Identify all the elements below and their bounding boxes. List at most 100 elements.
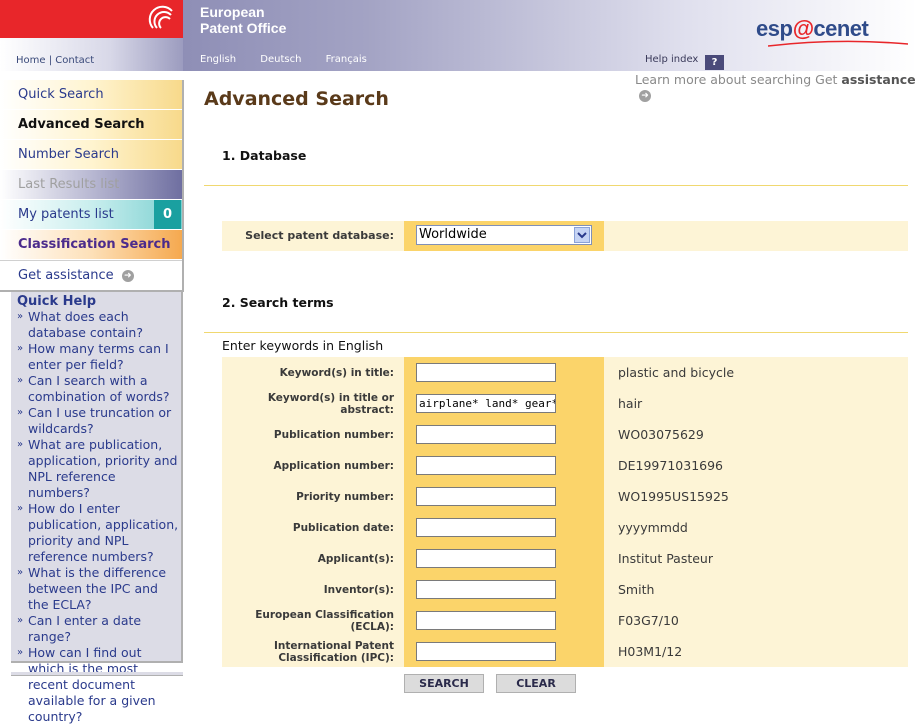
field-input-cell xyxy=(404,481,604,512)
contact-link[interactable]: Contact xyxy=(55,55,94,66)
field-input-cell xyxy=(404,543,604,574)
bullet-icon: » xyxy=(17,311,24,322)
field-input-cell xyxy=(404,512,604,543)
field-row-title-abstract: Keyword(s) in title or abstract: airplan… xyxy=(222,388,908,419)
epo-logo[interactable] xyxy=(0,0,183,38)
quick-help-item-text: Can I search with a combination of words… xyxy=(28,373,170,404)
epo-emblem-icon xyxy=(148,5,173,29)
logo-swoosh-icon xyxy=(768,40,908,47)
ecla-input[interactable] xyxy=(416,611,556,630)
search-terms-table: Keyword(s) in title: plastic and bicycle… xyxy=(222,357,908,667)
quick-help-item-text: Can I use truncation or wildcards? xyxy=(28,405,172,436)
bullet-icon: » xyxy=(17,647,24,658)
assistance-link[interactable]: assistance xyxy=(841,72,915,87)
quick-help-item-text: How many terms can I enter per field? xyxy=(28,341,169,372)
application-number-input[interactable] xyxy=(416,456,556,475)
sidebar-item-advanced-search[interactable]: Advanced Search xyxy=(0,110,183,140)
sidebar-item-label: Advanced Search xyxy=(18,117,145,132)
search-button[interactable]: SEARCH xyxy=(404,674,484,693)
field-label: Keyword(s) in title or abstract: xyxy=(267,391,394,416)
publication-number-input[interactable] xyxy=(416,425,556,444)
section-search-terms-heading: 2. Search terms xyxy=(222,295,334,310)
field-row-priority-number: Priority number: WO1995US15925 xyxy=(222,481,908,512)
title-abstract-keywords-input[interactable]: airplane* land* gear* rc xyxy=(416,394,556,413)
sidebar-item-label: Classification Search xyxy=(18,237,171,252)
quick-help-item[interactable]: » Can I search with a combination of word… xyxy=(17,373,179,405)
sidebar-item-get-assistance[interactable]: Get assistance ➜ xyxy=(0,260,183,290)
sidebar-item-label: Quick Search xyxy=(18,87,104,102)
field-example: WO03075629 xyxy=(618,427,704,442)
applicant-input[interactable] xyxy=(416,549,556,568)
sidebar-item-classification-search[interactable]: Classification Search xyxy=(0,230,183,260)
logo-suffix: cenet xyxy=(813,16,869,41)
field-label: International Patent Classification (IPC… xyxy=(273,639,394,664)
org-name-line1: European xyxy=(200,4,265,20)
field-row-publication-date: Publication date: yyyymmdd xyxy=(222,512,908,543)
lang-english[interactable]: English xyxy=(200,54,236,65)
field-example: H03M1/12 xyxy=(618,644,683,659)
learn-more-line: Learn more about searching Get assistanc… xyxy=(635,72,917,102)
quick-help-item-text: What does each database contain? xyxy=(28,309,143,340)
quick-help-item[interactable]: » Can I use truncation or wildcards? xyxy=(17,405,179,437)
quick-help-item-text: How can I find out which is the most rec… xyxy=(28,645,156,724)
field-label: Keyword(s) in title: xyxy=(279,366,394,379)
sidebar-item-my-patents[interactable]: My patents list 0 xyxy=(0,200,183,230)
quick-help-item[interactable]: » Can I enter a date range? xyxy=(17,613,179,645)
learn-more-text: Learn more about searching Get xyxy=(635,72,838,87)
inventor-input[interactable] xyxy=(416,580,556,599)
quick-help-item-text: Can I enter a date range? xyxy=(28,613,142,644)
sidebar-item-number-search[interactable]: Number Search xyxy=(0,140,183,170)
link-separator: | xyxy=(48,55,53,66)
arrow-circle-icon[interactable]: ➜ xyxy=(639,90,651,102)
divider xyxy=(204,185,908,186)
field-example: Smith xyxy=(618,582,655,597)
bullet-icon: » xyxy=(17,439,24,450)
database-select-value: Worldwide xyxy=(419,227,487,242)
lang-francais[interactable]: Français xyxy=(326,54,367,65)
logo-a: @ xyxy=(792,16,814,41)
database-select[interactable]: Worldwide xyxy=(416,225,592,245)
quick-help-item[interactable]: » What are publication, application, prio… xyxy=(17,437,179,501)
help-index-link[interactable]: Help index xyxy=(645,54,698,65)
priority-number-input[interactable] xyxy=(416,487,556,506)
field-input-cell xyxy=(404,419,604,450)
field-input-cell: airplane* land* gear* rc xyxy=(404,388,604,419)
clear-button[interactable]: CLEAR xyxy=(496,674,576,693)
field-example: yyyymmdd xyxy=(618,520,688,535)
divider xyxy=(204,332,908,333)
publication-date-input[interactable] xyxy=(416,518,556,537)
sidebar-item-last-results[interactable]: Last Results list xyxy=(0,170,183,200)
field-example: WO1995US15925 xyxy=(618,489,729,504)
quick-help-item[interactable]: » How many terms can I enter per field? xyxy=(17,341,179,373)
espacenet-logo[interactable]: esp@cenet xyxy=(756,16,869,42)
enter-keywords-label: Enter keywords in English xyxy=(222,338,384,353)
field-example: Institut Pasteur xyxy=(618,551,713,566)
quick-help-item[interactable]: » What does each database contain? xyxy=(17,309,179,341)
field-row-ipc: International Patent Classification (IPC… xyxy=(222,636,908,667)
field-row-publication-number: Publication number: WO03075629 xyxy=(222,419,908,450)
quick-help-item-text: What is the difference between the IPC a… xyxy=(28,565,167,612)
home-link[interactable]: Home xyxy=(16,55,46,66)
field-label: Application number: xyxy=(273,459,394,472)
quick-help-item[interactable]: » How do I enter publication, application… xyxy=(17,501,179,565)
sidebar-item-label: My patents list xyxy=(18,207,114,222)
field-input-cell xyxy=(404,357,604,388)
title-keywords-input[interactable] xyxy=(416,363,556,382)
bullet-icon: » xyxy=(17,615,24,626)
field-label: Inventor(s): xyxy=(323,583,394,596)
lang-deutsch[interactable]: Deutsch xyxy=(260,54,301,65)
sidebar-item-label: Last Results list xyxy=(18,177,120,192)
field-label: Applicant(s): xyxy=(317,552,394,565)
quick-help-item[interactable]: » What is the difference between the IPC … xyxy=(17,565,179,613)
sidebar-item-quick-search[interactable]: Quick Search xyxy=(0,80,183,110)
dropdown-arrow-icon[interactable] xyxy=(574,227,590,243)
database-label: Select patent database: xyxy=(245,229,394,242)
bullet-icon: » xyxy=(17,343,24,354)
ipc-input[interactable] xyxy=(416,642,556,661)
help-question-icon[interactable]: ? xyxy=(705,55,724,70)
quick-help-title: Quick Help xyxy=(17,294,97,309)
database-row: Select patent database: Worldwide xyxy=(222,221,908,251)
quick-help-item[interactable]: » How can I find out which is the most re… xyxy=(17,645,179,725)
field-label: European Classification (ECLA): xyxy=(255,608,394,633)
quick-help-panel: Quick Help » What does each database cont… xyxy=(11,292,183,724)
